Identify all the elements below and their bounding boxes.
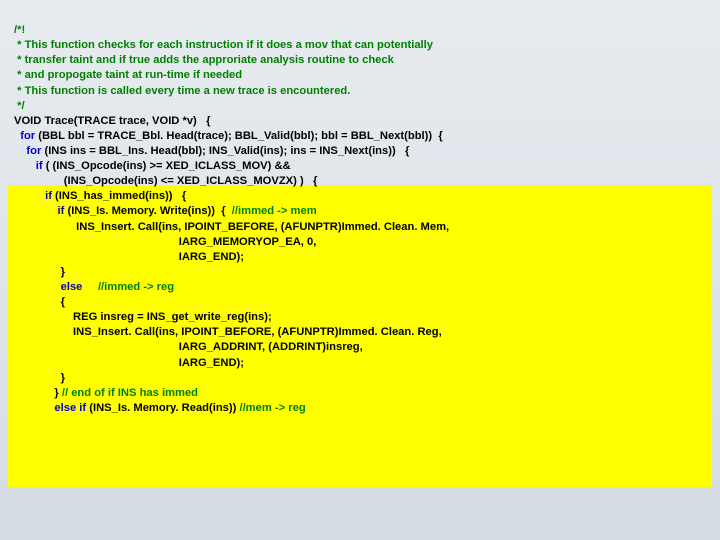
code-line: IARG_MEMORYOP_EA, 0, bbox=[14, 236, 316, 248]
code-line: IARG_END); bbox=[14, 251, 244, 263]
code-block: /*! * This function checks for each inst… bbox=[14, 8, 708, 431]
keyword: for bbox=[14, 130, 35, 142]
code-line: VOID Trace(TRACE trace, VOID *v) { bbox=[14, 115, 210, 127]
code-line: IARG_END); bbox=[14, 357, 244, 369]
code-text: (INS_has_immed(ins)) { bbox=[52, 190, 186, 202]
comment-inline: // end of if INS has immed bbox=[62, 387, 198, 399]
code-text: } bbox=[14, 387, 62, 399]
keyword: if bbox=[14, 190, 52, 202]
comment-line: * and propogate taint at run-time if nee… bbox=[14, 69, 242, 81]
code-line: REG insreg = INS_get_write_reg(ins); bbox=[14, 311, 272, 323]
code-line: (INS_Opcode(ins) <= XED_ICLASS_MOVZX) ) … bbox=[14, 175, 317, 187]
keyword: for bbox=[14, 145, 41, 157]
keyword: if bbox=[14, 205, 64, 217]
keyword: else if bbox=[14, 402, 86, 414]
comment-line: * This function checks for each instruct… bbox=[14, 39, 433, 51]
code-text: (INS ins = BBL_Ins. Head(bbl); INS_Valid… bbox=[41, 145, 409, 157]
slide-area: /*! * This function checks for each inst… bbox=[0, 0, 720, 540]
keyword: else bbox=[14, 281, 82, 293]
code-line: IARG_ADDRINT, (ADDRINT)insreg, bbox=[14, 341, 363, 353]
code-text: (BBL bbl = TRACE_Bbl. Head(trace); BBL_V… bbox=[35, 130, 443, 142]
code-text: (INS_Is. Memory. Read(ins)) bbox=[86, 402, 239, 414]
comment-line: */ bbox=[14, 100, 25, 112]
comment-line: /*! bbox=[14, 24, 25, 36]
comment-inline: //immed -> reg bbox=[82, 281, 174, 293]
comment-line: * This function is called every time a n… bbox=[14, 85, 350, 97]
code-line: } bbox=[14, 372, 65, 384]
comment-inline: //immed -> mem bbox=[232, 205, 317, 217]
code-line: } bbox=[14, 266, 65, 278]
code-line: { bbox=[14, 296, 65, 308]
code-text: (INS_Is. Memory. Write(ins)) { bbox=[64, 205, 231, 217]
comment-inline: //mem -> reg bbox=[239, 402, 305, 414]
code-line: INS_Insert. Call(ins, IPOINT_BEFORE, (AF… bbox=[14, 221, 449, 233]
comment-line: * transfer taint and if true adds the ap… bbox=[14, 54, 394, 66]
code-line: INS_Insert. Call(ins, IPOINT_BEFORE, (AF… bbox=[14, 326, 442, 338]
code-text: ( (INS_Opcode(ins) >= XED_ICLASS_MOV) && bbox=[43, 160, 291, 172]
keyword: if bbox=[14, 160, 43, 172]
